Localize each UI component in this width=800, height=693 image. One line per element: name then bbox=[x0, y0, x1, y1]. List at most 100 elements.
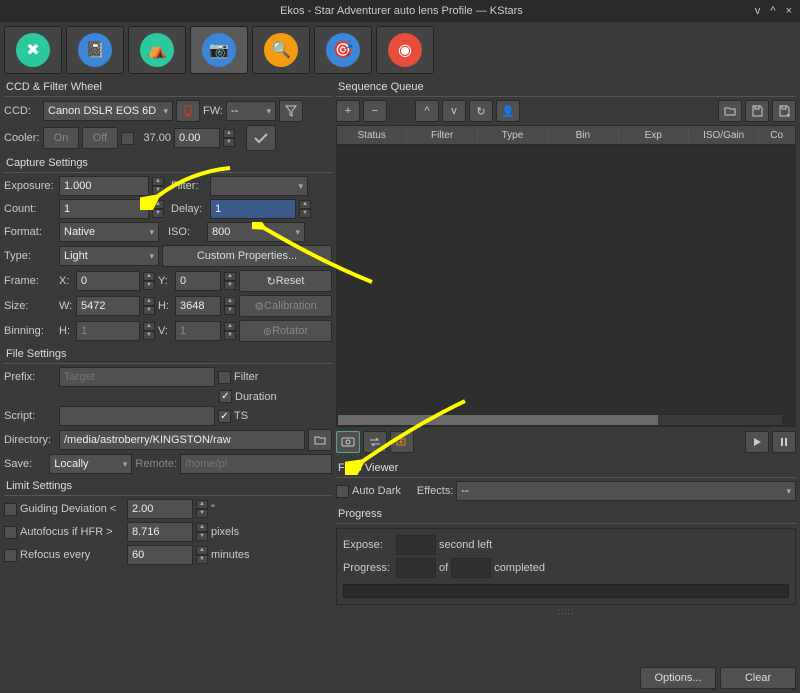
clear-button[interactable]: Clear bbox=[720, 667, 796, 689]
delay-spinner[interactable]: ▲▼ bbox=[299, 200, 311, 218]
ccd-select[interactable]: Canon DSLR EOS 6D bbox=[43, 101, 173, 121]
filter-checkbox[interactable] bbox=[218, 371, 231, 384]
directory-input[interactable] bbox=[59, 430, 305, 450]
type-select[interactable]: Light bbox=[59, 246, 159, 266]
ccd-eject-button[interactable] bbox=[176, 100, 200, 122]
autodark-label: Auto Dark bbox=[352, 485, 401, 497]
tab-capture[interactable]: 📷 bbox=[190, 26, 248, 74]
h-scrollbar[interactable] bbox=[337, 414, 783, 426]
max-icon[interactable]: ^ bbox=[770, 5, 775, 17]
tab-scheduler[interactable]: 📓 bbox=[66, 26, 124, 74]
expose-unit: second left bbox=[439, 539, 492, 551]
rotator-button[interactable]: ⊚ Rotator bbox=[239, 320, 332, 342]
size-h-input[interactable] bbox=[175, 296, 221, 316]
drag-handle[interactable]: ::::: bbox=[336, 607, 796, 616]
count-input[interactable] bbox=[59, 199, 149, 219]
count-spinner[interactable]: ▲▼ bbox=[152, 200, 164, 218]
cooler-off-button[interactable]: Off bbox=[82, 127, 118, 149]
delay-input[interactable] bbox=[210, 199, 296, 219]
frame-x-input[interactable] bbox=[76, 271, 140, 291]
exposure-spinner[interactable]: ▲▼ bbox=[152, 177, 164, 195]
titlebar: Ekos - Star Adventurer auto lens Profile… bbox=[0, 0, 800, 22]
filter-select[interactable] bbox=[210, 176, 308, 196]
filter-label: Filter: bbox=[171, 180, 207, 192]
effects-select[interactable]: -- bbox=[456, 481, 796, 501]
size-w-input[interactable] bbox=[76, 296, 140, 316]
refocus-spinner[interactable]: ▲▼ bbox=[196, 546, 208, 564]
cooler-on-button[interactable]: On bbox=[43, 127, 79, 149]
queue-up-button[interactable]: ^ bbox=[415, 100, 439, 122]
tab-focus[interactable]: 🔍 bbox=[252, 26, 310, 74]
preview-button[interactable] bbox=[336, 431, 360, 453]
autofocus-checkbox[interactable] bbox=[4, 526, 17, 539]
frame-y-input[interactable] bbox=[175, 271, 221, 291]
fw-select[interactable]: -- bbox=[226, 101, 276, 121]
binning-v-input[interactable] bbox=[175, 321, 221, 341]
iso-select[interactable]: 800 bbox=[207, 222, 305, 242]
progress-completed: completed bbox=[494, 562, 545, 574]
start-button[interactable] bbox=[745, 431, 769, 453]
temp-set-input[interactable] bbox=[174, 128, 220, 148]
tab-guide[interactable]: ◉ bbox=[376, 26, 434, 74]
temp-checkbox[interactable] bbox=[121, 132, 134, 145]
tab-mount[interactable]: ⛺ bbox=[128, 26, 186, 74]
ts-chk-label: TS bbox=[234, 410, 248, 422]
queue-add-button[interactable]: + bbox=[336, 100, 360, 122]
exposure-label: Exposure: bbox=[4, 180, 56, 192]
folder-icon[interactable] bbox=[308, 429, 332, 451]
calibration-button[interactable]: ⚙ Calibration bbox=[239, 295, 332, 317]
th-filter: Filter bbox=[407, 130, 477, 141]
capture-settings-header: Capture Settings bbox=[4, 154, 332, 173]
live-video-button[interactable] bbox=[390, 431, 414, 453]
guiding-spinner[interactable]: ▲▼ bbox=[196, 500, 208, 518]
reset-button[interactable]: ↻ Reset bbox=[239, 270, 332, 292]
frame-x-spinner[interactable]: ▲▼ bbox=[143, 272, 155, 290]
ccd-filter-header: CCD & Filter Wheel bbox=[4, 78, 332, 97]
exposure-input[interactable] bbox=[59, 176, 149, 196]
refocus-input[interactable] bbox=[127, 545, 193, 565]
refocus-checkbox[interactable] bbox=[4, 549, 17, 562]
progress-bar bbox=[343, 584, 789, 598]
queue-open-button[interactable] bbox=[718, 100, 742, 122]
guiding-checkbox[interactable] bbox=[4, 503, 17, 516]
queue-save-button[interactable] bbox=[745, 100, 769, 122]
custom-properties-button[interactable]: Custom Properties... bbox=[162, 245, 332, 267]
binning-h-input[interactable] bbox=[76, 321, 140, 341]
filter-icon[interactable] bbox=[279, 100, 303, 122]
duration-checkbox[interactable] bbox=[219, 390, 232, 403]
directory-label: Directory: bbox=[4, 434, 56, 446]
frame-label: Frame: bbox=[4, 275, 56, 287]
duration-chk-label: Duration bbox=[235, 391, 277, 403]
frame-y-spinner[interactable]: ▲▼ bbox=[224, 272, 236, 290]
cooler-label: Cooler: bbox=[4, 132, 40, 144]
binning-v-spinner[interactable]: ▲▼ bbox=[224, 322, 236, 340]
guiding-input[interactable] bbox=[127, 499, 193, 519]
ts-checkbox[interactable] bbox=[218, 410, 231, 423]
script-input[interactable] bbox=[59, 406, 215, 426]
queue-repeat-button[interactable]: ↻ bbox=[469, 100, 493, 122]
prefix-input[interactable] bbox=[59, 367, 215, 387]
save-select[interactable]: Locally bbox=[49, 454, 132, 474]
close-icon[interactable]: × bbox=[786, 5, 792, 17]
size-h-label: H: bbox=[158, 300, 172, 312]
size-w-spinner[interactable]: ▲▼ bbox=[143, 297, 155, 315]
queue-saveas-button[interactable] bbox=[772, 100, 796, 122]
binning-h-spinner[interactable]: ▲▼ bbox=[143, 322, 155, 340]
options-button[interactable]: Options... bbox=[640, 667, 716, 689]
pause-button[interactable] bbox=[772, 431, 796, 453]
queue-user-button[interactable]: 👤 bbox=[496, 100, 520, 122]
temp-apply-button[interactable] bbox=[246, 125, 276, 151]
remote-input[interactable] bbox=[180, 454, 332, 474]
queue-remove-button[interactable]: − bbox=[363, 100, 387, 122]
autofocus-spinner[interactable]: ▲▼ bbox=[196, 523, 208, 541]
tab-setup[interactable]: ✖ bbox=[4, 26, 62, 74]
autofocus-input[interactable] bbox=[127, 522, 193, 542]
tab-align[interactable]: 🎯 bbox=[314, 26, 372, 74]
min-icon[interactable]: v bbox=[755, 5, 761, 17]
loop-button[interactable] bbox=[363, 431, 387, 453]
size-h-spinner[interactable]: ▲▼ bbox=[224, 297, 236, 315]
format-select[interactable]: Native bbox=[59, 222, 159, 242]
temp-spinner[interactable]: ▲▼ bbox=[223, 129, 235, 147]
autodark-checkbox[interactable] bbox=[336, 485, 349, 498]
queue-down-button[interactable]: v bbox=[442, 100, 466, 122]
